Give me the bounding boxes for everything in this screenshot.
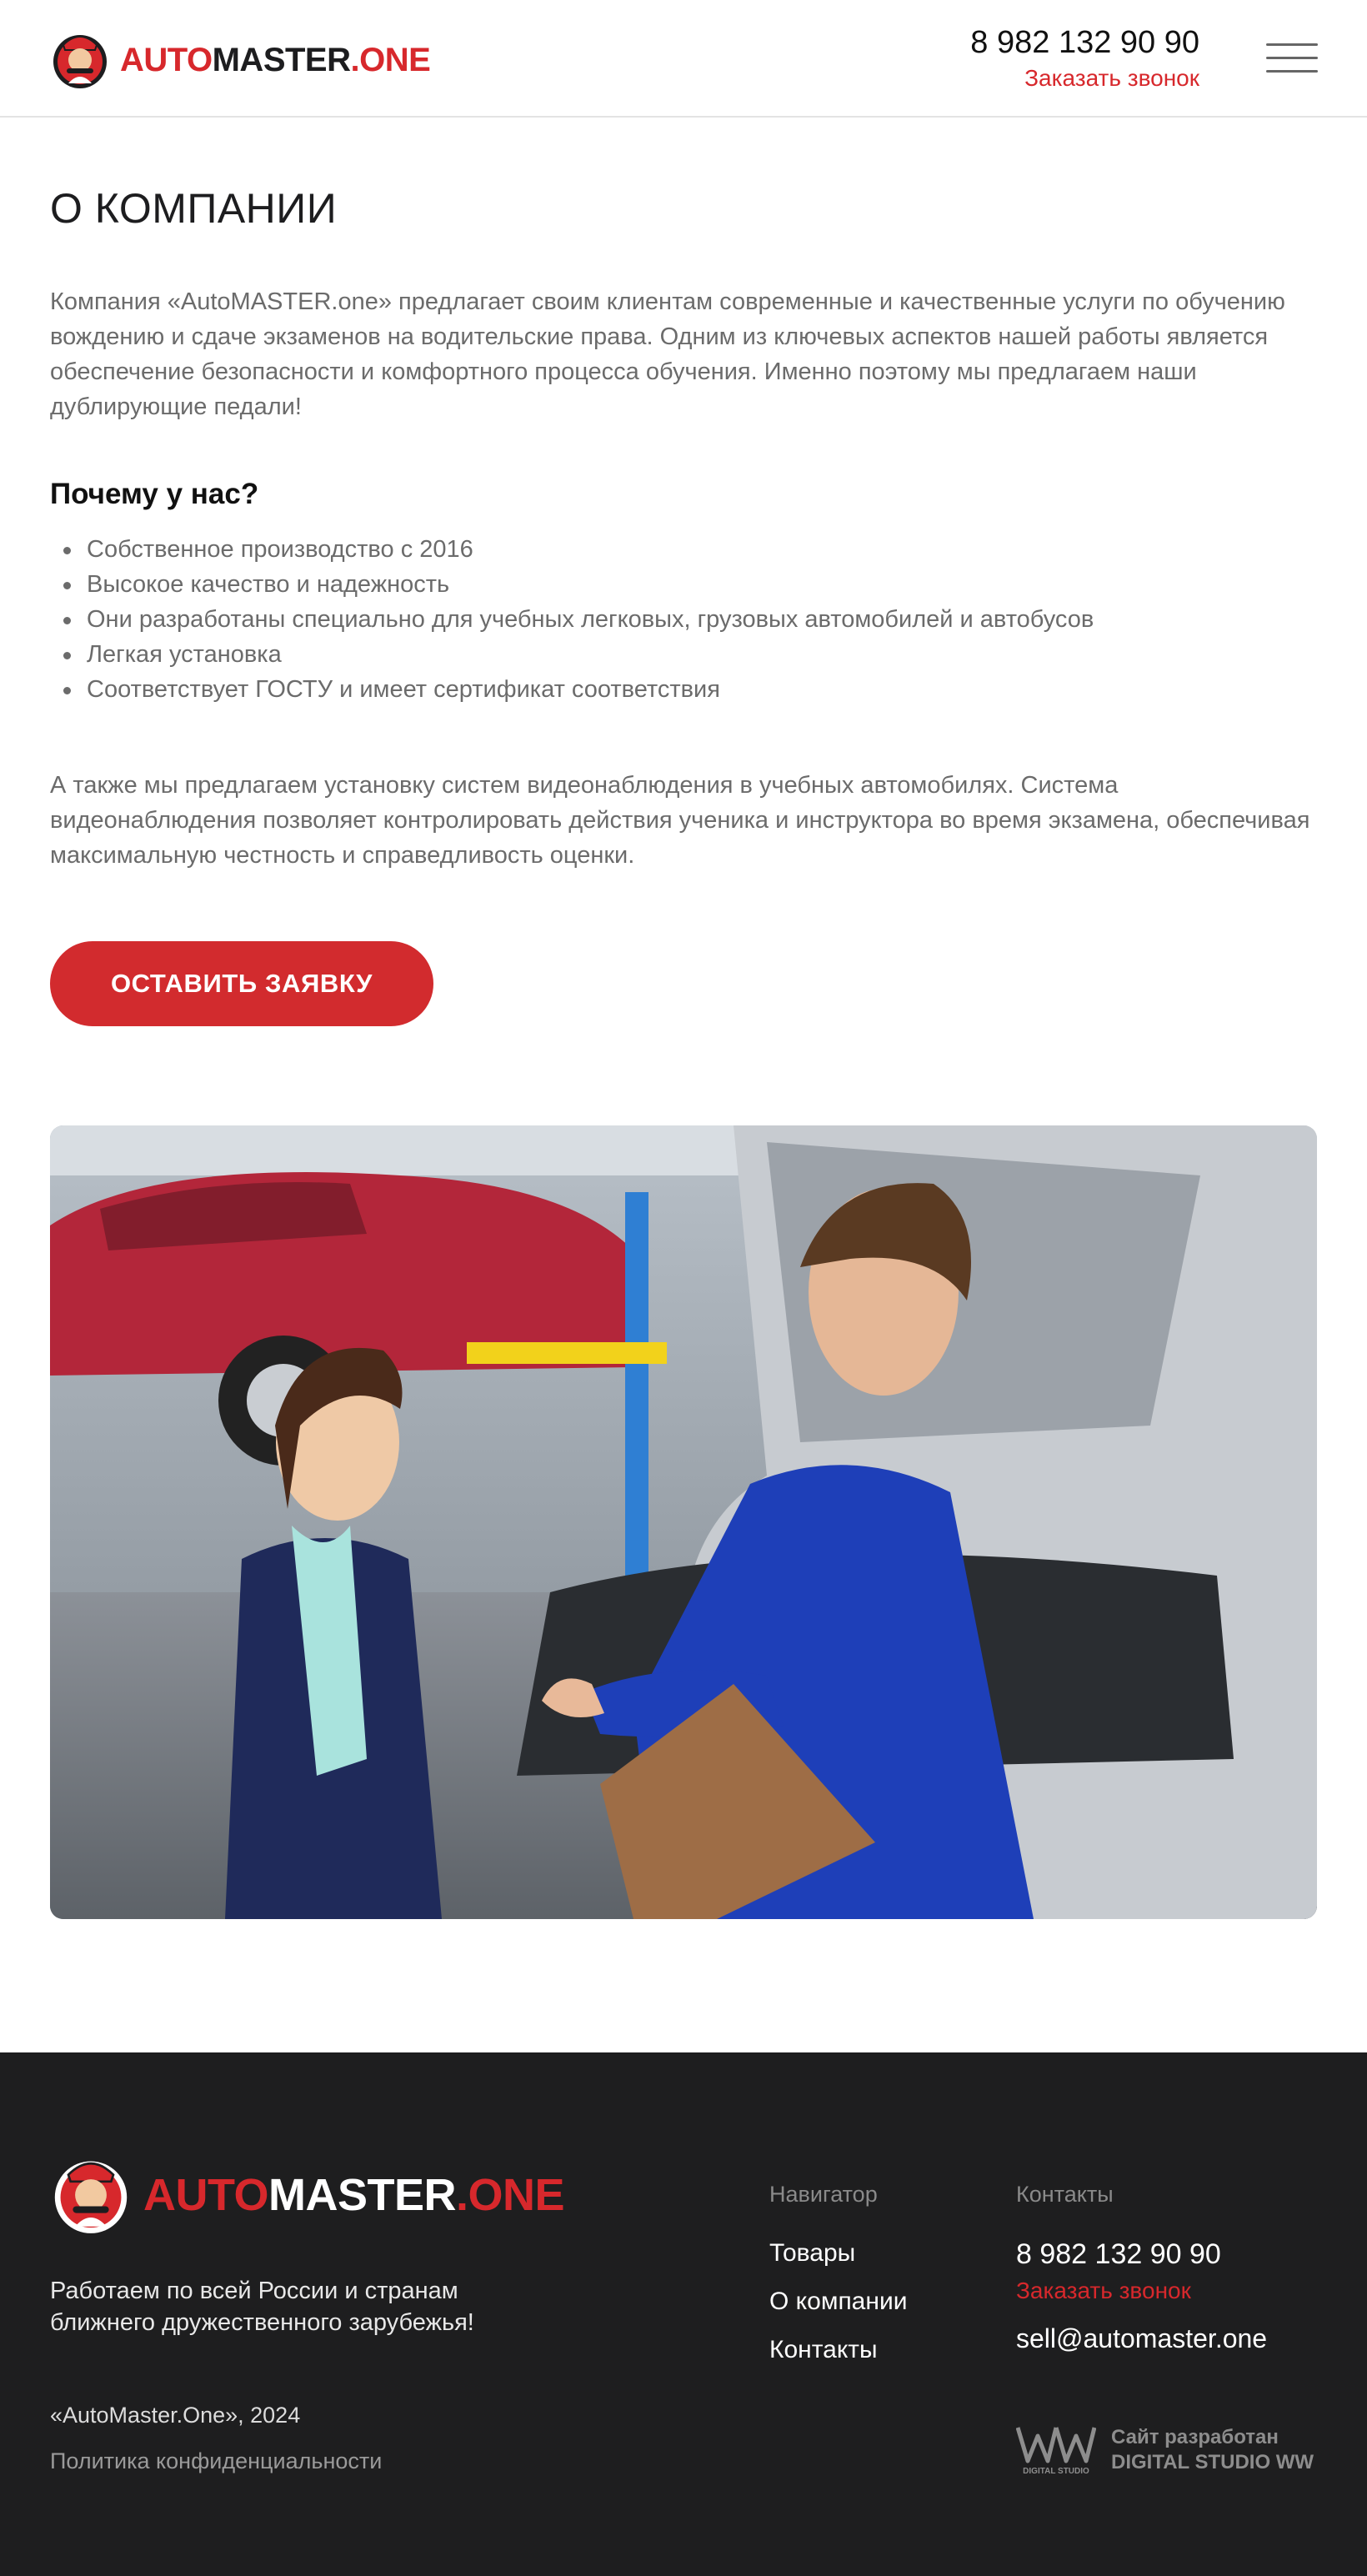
footer-tagline: Работаем по всей России и странам ближне… xyxy=(50,2275,583,2338)
footer-nav: Товары О компании Контакты xyxy=(769,2238,907,2383)
footer-contacts-title: Контакты xyxy=(1016,2182,1114,2207)
mechanic-handshake-photo xyxy=(50,1125,1317,1919)
page-title: О КОМПАНИИ xyxy=(50,185,338,232)
why-us-heading: Почему у нас? xyxy=(50,478,259,510)
site-footer: AUTOMASTER.ONE Работаем по всей России и… xyxy=(0,2052,1367,2576)
footer-email[interactable]: sell@automaster.one xyxy=(1016,2323,1267,2354)
logo-text-master: MASTER xyxy=(268,2170,457,2220)
list-item: Высокое качество и надежность xyxy=(50,567,1094,602)
video-surveillance-paragraph: А также мы предлагаем установку систем в… xyxy=(50,772,1310,869)
svg-text:DIGITAL STUDIO: DIGITAL STUDIO xyxy=(1023,2467,1089,2476)
header-phone[interactable]: 8 982 132 90 90 xyxy=(970,25,1199,61)
logo-text-auto: AUTO xyxy=(120,41,213,78)
submit-request-button[interactable]: ОСТАВИТЬ ЗАЯВКУ xyxy=(50,941,433,1026)
site-logo[interactable]: AUTOMASTER.ONE xyxy=(50,27,431,93)
list-item: Соответствует ГОСТУ и имеет сертификат с… xyxy=(50,672,1094,707)
mechanic-mascot-icon xyxy=(54,2161,128,2233)
developer-credit-name: DIGITAL STUDIO WW xyxy=(1111,2451,1314,2473)
logo-text-one: .ONE xyxy=(456,2170,565,2220)
footer-logo[interactable]: AUTOMASTER.ONE xyxy=(50,2150,565,2240)
site-header: AUTOMASTER.ONE 8 982 132 90 90 Заказать … xyxy=(0,0,1367,118)
list-item: Они разработаны специально для учебных л… xyxy=(50,602,1094,637)
developer-credit[interactable]: DIGITAL STUDIO Сайт разработан DIGITAL S… xyxy=(1016,2421,1314,2479)
logo-text-one: .ONE xyxy=(350,41,431,78)
footer-callback-link[interactable]: Заказать звонок xyxy=(1016,2278,1191,2304)
copyright: «AutoMaster.One», 2024 xyxy=(50,2403,301,2428)
why-us-list: Собственное производство с 2016 Высокое … xyxy=(50,532,1094,707)
privacy-policy-link[interactable]: Политика конфиденциальности xyxy=(50,2448,382,2474)
hamburger-menu-icon[interactable] xyxy=(1266,43,1318,73)
footer-nav-item[interactable]: Контакты xyxy=(769,2334,907,2383)
footer-nav-item[interactable]: О компании xyxy=(769,2286,907,2334)
footer-nav-title: Навигатор xyxy=(769,2182,878,2207)
footer-phone[interactable]: 8 982 132 90 90 xyxy=(1016,2238,1221,2271)
list-item: Собственное производство с 2016 xyxy=(50,532,1094,567)
logo-text-auto: AUTO xyxy=(143,2170,269,2220)
tagline-line: Работаем по всей России и странам xyxy=(50,2278,458,2304)
footer-nav-item[interactable]: Товары xyxy=(769,2238,907,2286)
intro-paragraph: Компания «AutoMASTER.one» предлагает сво… xyxy=(50,288,1285,420)
logo-text-master: MASTER xyxy=(212,41,351,78)
digital-studio-ww-logo-icon: DIGITAL STUDIO xyxy=(1016,2427,1096,2476)
mechanic-mascot-icon xyxy=(53,35,107,88)
tagline-line: ближнего дружественного зарубежья! xyxy=(50,2309,474,2336)
developer-credit-line: Сайт разработан xyxy=(1111,2426,1279,2448)
list-item: Легкая установка xyxy=(50,637,1094,672)
header-callback-link[interactable]: Заказать звонок xyxy=(1024,65,1199,92)
